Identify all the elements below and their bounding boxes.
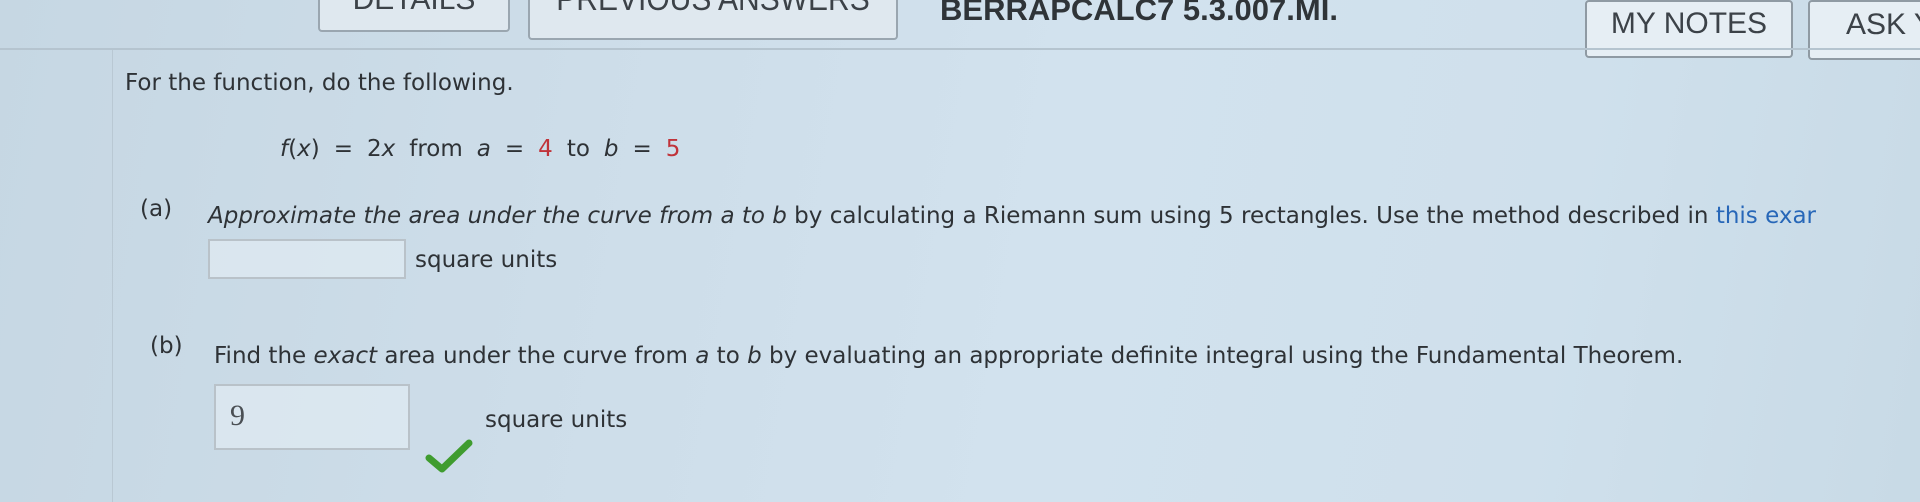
part-b-to: to xyxy=(709,343,748,369)
part-b-text-1: Find the xyxy=(214,343,314,369)
part-a-b: b xyxy=(772,203,787,229)
problem-id: BERRAPCALC7 5.3.007.MI. xyxy=(940,0,1338,27)
function-from: from xyxy=(409,136,463,162)
part-b-label: (b) xyxy=(150,333,183,359)
function-a-value: 4 xyxy=(538,136,553,162)
instruction-text: For the function, do the following. xyxy=(125,70,514,96)
function-definition: f(x) = 2x from a = 4 to b = 5 xyxy=(280,136,681,162)
part-a-approximate: Approximate the area under the curve fro… xyxy=(208,203,787,229)
function-rhs-var: x xyxy=(381,136,396,162)
part-b-exact: exact xyxy=(313,343,378,369)
part-a-text-1: Approximate the area under the curve fro… xyxy=(208,203,721,229)
left-rule xyxy=(112,50,113,502)
previous-answers-label: PREVIOUS ANSWERS xyxy=(556,0,869,20)
function-var: x xyxy=(297,136,311,162)
my-notes-label: MY NOTES xyxy=(1610,7,1768,40)
part-a-label: (a) xyxy=(140,196,173,222)
function-coef: 2 xyxy=(366,136,382,162)
part-b-answer-input[interactable]: 9 xyxy=(214,384,410,450)
part-b-text: Find the exact area under the curve from… xyxy=(214,343,1683,369)
ask-label: ASK Y xyxy=(1846,8,1920,41)
part-a-answer-input[interactable] xyxy=(208,239,406,279)
part-b-b: b xyxy=(747,343,762,369)
function-name: f xyxy=(280,136,289,162)
part-b-text-2: area under the curve from xyxy=(377,343,696,369)
part-a-units: square units xyxy=(415,247,558,273)
function-to: to xyxy=(566,136,590,162)
part-b-units: square units xyxy=(485,407,628,433)
check-icon xyxy=(425,439,473,473)
function-b-var: b xyxy=(603,136,619,162)
part-b-text-3: by evaluating an appropriate definite in… xyxy=(761,343,1684,369)
part-b-a: a xyxy=(695,343,710,369)
previous-answers-button[interactable]: PREVIOUS ANSWERS xyxy=(528,0,898,40)
function-a-var: a xyxy=(476,136,491,162)
details-button[interactable]: DETAILS xyxy=(318,0,510,32)
part-a-text: Approximate the area under the curve fro… xyxy=(208,203,1816,229)
details-button-label: DETAILS xyxy=(353,0,476,16)
toolbar-divider xyxy=(0,48,1920,50)
example-link[interactable]: this exar xyxy=(1716,203,1816,229)
part-a-a: a xyxy=(720,203,735,229)
function-b-value: 5 xyxy=(665,136,681,162)
toolbar: DETAILS PREVIOUS ANSWERS BERRAPCALC7 5.3… xyxy=(0,0,1920,60)
part-a-text-2: by calculating a Riemann sum using 5 rec… xyxy=(786,203,1716,229)
part-a-to: to xyxy=(734,203,773,229)
ask-your-teacher-button[interactable]: ASK Y xyxy=(1808,0,1920,60)
